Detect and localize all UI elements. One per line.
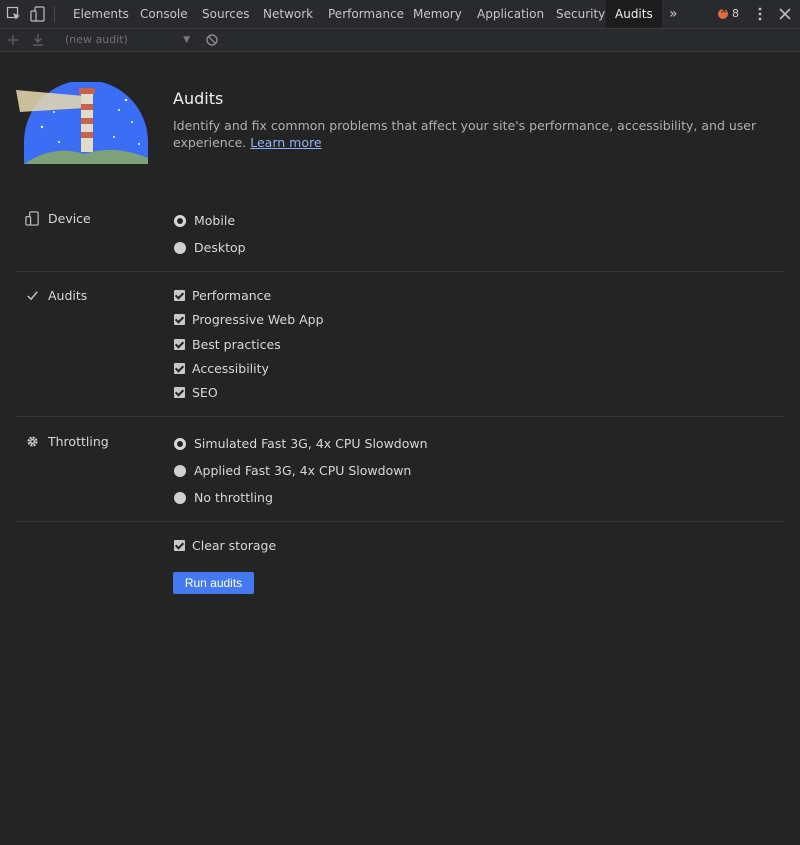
page-title: Audits — [173, 89, 224, 108]
audit-select-value: (new audit) — [65, 33, 128, 46]
add-icon[interactable] — [5, 32, 21, 48]
run-audits-button[interactable]: Run audits — [173, 572, 254, 594]
radio-button[interactable] — [174, 241, 186, 254]
checkbox[interactable] — [174, 363, 185, 374]
tab-sources[interactable]: Sources — [193, 0, 258, 28]
option-label: SEO — [192, 385, 218, 400]
device-option-desktop[interactable]: Desktop — [174, 240, 246, 255]
option-label: Performance — [192, 288, 272, 303]
error-count-badge[interactable]: 8 — [718, 6, 739, 20]
checkbox[interactable] — [174, 314, 185, 325]
radio-button[interactable] — [174, 491, 186, 504]
tab-console[interactable]: Console — [131, 0, 197, 28]
audit-option-accessibility[interactable]: Accessibility — [174, 361, 269, 376]
tab-elements[interactable]: Elements — [64, 0, 138, 28]
tab-memory[interactable]: Memory — [404, 0, 471, 28]
option-label: No throttling — [194, 490, 273, 505]
download-icon[interactable] — [30, 32, 46, 48]
option-label: Simulated Fast 3G, 4x CPU Slowdown — [194, 436, 428, 451]
gear-icon — [27, 436, 38, 447]
checkbox[interactable] — [174, 540, 185, 551]
tab-application[interactable]: Application — [468, 0, 553, 28]
option-label: Best practices — [192, 337, 281, 352]
radio-button[interactable] — [174, 464, 186, 477]
option-label: Desktop — [194, 240, 246, 255]
option-label: Mobile — [194, 213, 236, 228]
error-count: 8 — [732, 7, 739, 20]
kebab-menu-icon[interactable] — [752, 6, 768, 22]
clear-storage-option[interactable]: Clear storage — [174, 538, 276, 553]
option-label: Progressive Web App — [192, 312, 324, 327]
audit-option-pwa[interactable]: Progressive Web App — [174, 312, 324, 327]
radio-button[interactable] — [174, 437, 186, 450]
radio-button[interactable] — [174, 214, 186, 227]
device-option-mobile[interactable]: Mobile — [174, 213, 235, 228]
close-icon[interactable] — [777, 6, 793, 22]
page-description: Identify and fix common problems that af… — [173, 117, 783, 151]
chevron-down-icon: ▼ — [183, 35, 190, 45]
audit-report-select[interactable]: (new audit) ▼ — [60, 31, 192, 49]
option-label: Accessibility — [192, 361, 269, 376]
checkbox[interactable] — [174, 339, 185, 350]
option-label: Clear storage — [192, 538, 277, 553]
throttling-option-none[interactable]: No throttling — [174, 490, 273, 505]
audit-option-best-practices[interactable]: Best practices — [174, 337, 281, 352]
section-divider — [15, 521, 785, 522]
section-divider — [15, 416, 785, 417]
tab-network[interactable]: Network — [254, 0, 322, 28]
devtools-tab-bar: Elements Console Sources Network Perform… — [0, 0, 800, 29]
throttling-section-label: Throttling — [48, 434, 109, 449]
audit-option-seo[interactable]: SEO — [174, 385, 218, 400]
clear-icon[interactable] — [204, 32, 220, 48]
throttling-option-applied[interactable]: Applied Fast 3G, 4x CPU Slowdown — [174, 463, 411, 478]
more-tabs-button[interactable]: » — [660, 0, 687, 28]
option-label: Applied Fast 3G, 4x CPU Slowdown — [194, 463, 412, 478]
learn-more-link[interactable]: Learn more — [250, 135, 321, 150]
inspect-element-icon[interactable] — [6, 6, 22, 22]
tab-performance[interactable]: Performance — [319, 0, 413, 28]
device-icon — [25, 211, 39, 226]
tab-security[interactable]: Security — [547, 0, 614, 28]
audit-option-performance[interactable]: Performance — [174, 288, 271, 303]
audits-section-label: Audits — [48, 288, 88, 303]
checkbox[interactable] — [174, 387, 185, 398]
audits-panel: Audits Identify and fix common problems … — [0, 52, 800, 845]
audits-toolbar: (new audit) ▼ — [0, 29, 800, 52]
lighthouse-logo — [16, 82, 148, 164]
error-icon — [718, 6, 728, 19]
tab-audits[interactable]: Audits — [606, 0, 662, 28]
device-toolbar-icon[interactable] — [30, 6, 46, 22]
checkmark-icon — [27, 291, 38, 301]
throttling-option-simulated[interactable]: Simulated Fast 3G, 4x CPU Slowdown — [174, 436, 428, 451]
section-divider — [15, 271, 785, 272]
device-section-label: Device — [48, 211, 91, 226]
toolbar-divider — [54, 6, 55, 22]
checkbox[interactable] — [174, 290, 185, 301]
